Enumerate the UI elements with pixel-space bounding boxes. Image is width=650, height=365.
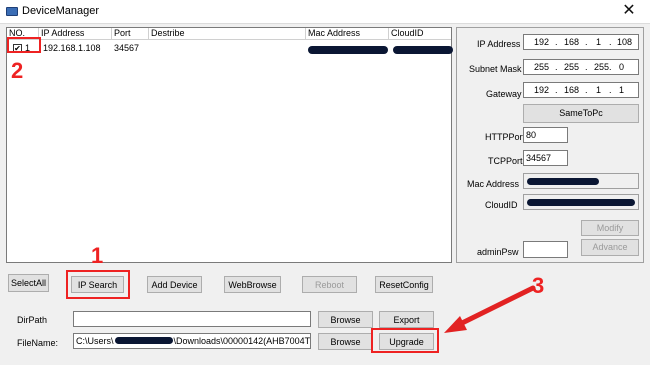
col-describe[interactable]: Destribe [149,28,306,40]
list-header: NO. IP Address Port Destribe Mac Address… [7,28,451,40]
col-ip-address[interactable]: IP Address [39,28,112,40]
close-icon[interactable]: ✕ [608,0,650,24]
http-port-label: HTTPPort [485,132,526,142]
highlight-checkbox [7,37,41,53]
admin-psw-field[interactable] [523,241,568,258]
mac-address-field [523,173,639,189]
same-to-pc-button[interactable]: SameToPc [523,104,639,123]
select-all-button[interactable]: SelectAll [8,274,49,292]
file-name-redacted [114,337,173,344]
tcp-port-field[interactable]: 34567 [523,150,568,166]
mac-address-redacted [527,178,599,185]
cloud-id-redacted [527,199,635,206]
highlight-upgrade [371,328,439,353]
modify-button[interactable]: Modify [581,220,639,236]
web-browse-button[interactable]: WebBrowse [224,276,281,293]
annotation-arrow [444,285,536,333]
browse-file-button[interactable]: Browse [318,333,373,350]
row-port: 34567 [114,43,140,53]
cloud-id-label: CloudID [485,200,518,210]
gateway-label: Gateway [486,89,522,99]
highlight-ip-search [66,270,130,299]
admin-psw-label: adminPsw [477,247,519,257]
dir-path-label: DirPath [17,315,48,325]
table-row[interactable]: ✔ 1 192.168.1.108 34567 [7,41,453,55]
add-device-button[interactable]: Add Device [147,276,202,293]
reboot-button[interactable]: Reboot [302,276,357,293]
ip-address-label: IP Address [477,39,521,49]
title-bar: DeviceManager ✕ [0,0,650,24]
ip-address-field[interactable]: 192. 168. 1. 108 [523,34,639,50]
reset-config-button[interactable]: ResetConfig [375,276,433,293]
gateway-field[interactable]: 192. 168. 1. 1 [523,82,639,98]
cloud-id-field [523,194,639,210]
window-title: DeviceManager [22,5,100,17]
subnet-mask-label: Subnet Mask [469,64,522,74]
http-port-field[interactable]: 80 [523,127,568,143]
device-list[interactable]: NO. IP Address Port Destribe Mac Address… [6,27,453,263]
col-mac-address[interactable]: Mac Address [306,28,389,40]
file-name-label: FileName: [17,338,59,348]
row-ip: 192.168.1.108 [43,43,101,53]
browse-dir-button[interactable]: Browse [318,311,373,328]
row-mac-redacted [306,44,388,54]
export-button[interactable]: Export [379,311,434,328]
file-name-prefix: C:\Users\ [76,336,114,346]
step-1-label: 1 [91,243,104,268]
row-cloudid-redacted [391,44,453,54]
advance-button[interactable]: Advance [581,239,639,256]
mac-address-label: Mac Address [467,179,520,189]
col-port[interactable]: Port [112,28,149,40]
step-2-label: 2 [11,58,24,83]
row-describe [149,41,151,55]
col-cloudid[interactable]: CloudID [389,28,452,40]
file-name-suffix: \Downloads\00000142(AHB7004T-M [173,336,311,346]
dir-path-field[interactable] [73,311,311,327]
file-name-field[interactable]: C:\Users\ \Downloads\00000142(AHB7004T-M [73,333,311,349]
subnet-mask-field[interactable]: 255. 255. 255. 0 [523,59,639,75]
app-icon [6,7,18,16]
device-settings-panel: IP Address 192. 168. 1. 108 Subnet Mask … [456,27,644,263]
tcp-port-label: TCPPort [488,156,523,166]
